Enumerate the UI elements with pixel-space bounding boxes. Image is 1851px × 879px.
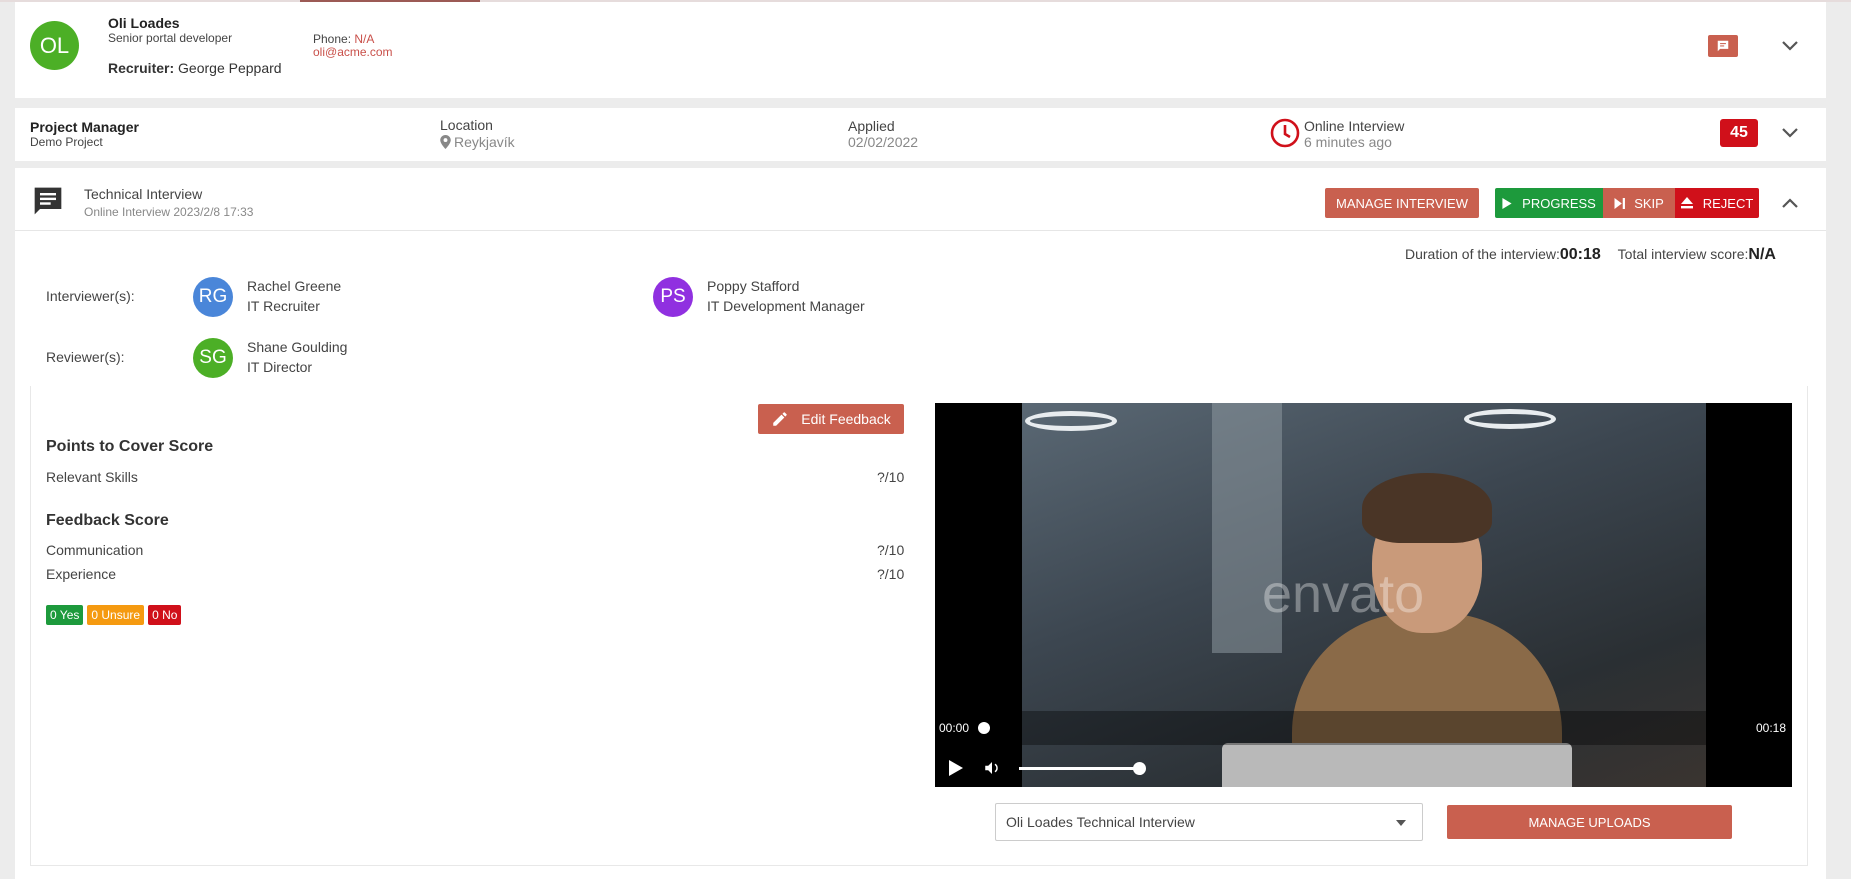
applied-label: Applied	[848, 118, 895, 134]
recruiter-name: George Peppard	[178, 60, 282, 76]
score-row-label: Experience	[46, 566, 117, 582]
score-row-value: ?/10	[877, 469, 905, 485]
upload-select-value: Oli Loades Technical Interview	[1006, 814, 1195, 830]
current-time: 00:00	[939, 721, 970, 735]
reviewer-role: IT Director	[247, 359, 313, 375]
duration-line: Duration of the interview:00:18 Total in…	[1405, 246, 1776, 264]
feedback-heading: Feedback Score	[46, 512, 169, 529]
seek-handle[interactable]	[978, 722, 990, 734]
video-player[interactable]: envato 00:00 00:18	[935, 403, 1792, 787]
location-line: Reykjavík	[440, 134, 515, 150]
volume-track[interactable]	[1019, 767, 1139, 770]
phone-line: Phone: N/A	[313, 32, 374, 46]
volume-handle[interactable]	[1133, 762, 1146, 775]
interview-title: Technical Interview	[84, 186, 203, 202]
pencil-icon	[773, 412, 787, 426]
yes-badge: 0 Yes	[46, 605, 84, 625]
video-watermark: envato	[1262, 564, 1425, 624]
stage-time: 6 minutes ago	[1304, 134, 1392, 150]
interviewer-name: Poppy Stafford	[707, 278, 800, 294]
total-score-label: Total interview score:	[1617, 246, 1749, 262]
upload-select[interactable]: Oli Loades Technical Interview	[995, 803, 1423, 841]
clock-icon	[1270, 118, 1300, 148]
ceiling-light	[1025, 411, 1117, 431]
unsure-badge: 0 Unsure	[87, 605, 145, 625]
location-label: Location	[440, 117, 493, 133]
chevron-down-icon[interactable]	[1778, 34, 1802, 58]
candidate-avatar: OL	[30, 21, 79, 70]
candidate-title: Senior portal developer	[108, 31, 233, 45]
ceiling-light	[1464, 409, 1556, 429]
score-row-value: ?/10	[877, 542, 905, 558]
play-icon[interactable]	[949, 760, 963, 776]
score-row-value: ?/10	[877, 566, 905, 582]
phone-label: Phone:	[313, 32, 352, 46]
points-heading: Points to Cover Score	[46, 438, 214, 455]
seek-bar[interactable]	[935, 711, 1792, 745]
edit-feedback-label: Edit Feedback	[801, 411, 891, 427]
reviewer-avatar: SG	[193, 338, 233, 378]
total-time: 00:18	[1756, 721, 1787, 735]
interviewer-name: Rachel Greene	[247, 278, 342, 294]
job-title: Project Manager	[30, 119, 139, 135]
progress-label: PROGRESS	[1522, 195, 1596, 211]
manage-uploads-button[interactable]: MANAGE UPLOADS	[1447, 805, 1732, 839]
count-badge: 45	[1720, 119, 1758, 147]
manage-interview-button[interactable]: MANAGE INTERVIEW	[1325, 188, 1479, 218]
score-row-label: Relevant Skills	[46, 469, 138, 485]
application-row[interactable]: Project Manager Demo Project Location Re…	[15, 108, 1826, 161]
skip-button[interactable]: SKIP	[1603, 188, 1675, 218]
duration-value: 00:18	[1559, 246, 1601, 263]
message-icon[interactable]	[1708, 35, 1738, 57]
chat-icon	[34, 187, 62, 215]
person-hair	[1362, 473, 1492, 543]
interviewers-label: Interviewer(s):	[46, 288, 135, 304]
total-score-value: N/A	[1748, 246, 1776, 263]
interviewer-role: IT Recruiter	[247, 298, 320, 314]
skip-icon	[1614, 197, 1626, 209]
phone-value: N/A	[354, 32, 375, 46]
project-name: Demo Project	[30, 135, 103, 149]
progress-button[interactable]: PROGRESS	[1495, 188, 1603, 218]
interview-panel: Technical Interview Online Interview 202…	[15, 168, 1826, 879]
stage-name: Online Interview	[1304, 118, 1405, 134]
recruiter-line: Recruiter: George Peppard	[108, 60, 282, 76]
play-icon	[1502, 197, 1512, 209]
candidate-card: OL Oli Loades Senior portal developer Re…	[15, 2, 1826, 98]
eject-icon	[1680, 197, 1693, 209]
no-badge: 0 No	[148, 605, 182, 625]
reviewers-label: Reviewer(s):	[46, 349, 125, 365]
interview-subtitle: Online Interview 2023/2/8 17:33	[84, 205, 254, 219]
chevron-down-icon[interactable]	[1778, 121, 1802, 145]
caret-down-icon	[1396, 820, 1406, 826]
email-link[interactable]: oli@acme.com	[313, 45, 393, 59]
chevron-up-icon[interactable]	[1778, 191, 1802, 215]
applied-date: 02/02/2022	[848, 134, 919, 150]
duration-label: Duration of the interview:	[1405, 246, 1560, 262]
location-value: Reykjavík	[454, 134, 515, 150]
vote-badges: 0 Yes 0 Unsure 0 No	[46, 605, 185, 625]
candidate-name: Oli Loades	[108, 15, 180, 31]
interviewer-avatar: PS	[653, 277, 693, 317]
skip-label: SKIP	[1634, 195, 1664, 211]
interviewer-avatar: RG	[193, 277, 233, 317]
recruiter-label: Recruiter:	[108, 60, 175, 76]
reject-button[interactable]: REJECT	[1675, 188, 1759, 218]
laptop	[1222, 743, 1572, 787]
reviewer-name: Shane Goulding	[247, 339, 348, 355]
reject-label: REJECT	[1702, 195, 1754, 211]
map-pin-icon	[440, 135, 451, 149]
score-row-label: Communication	[46, 542, 144, 558]
edit-feedback-button[interactable]: Edit Feedback	[758, 404, 904, 434]
volume-icon[interactable]	[983, 759, 1001, 777]
interviewer-role: IT Development Manager	[707, 298, 865, 314]
